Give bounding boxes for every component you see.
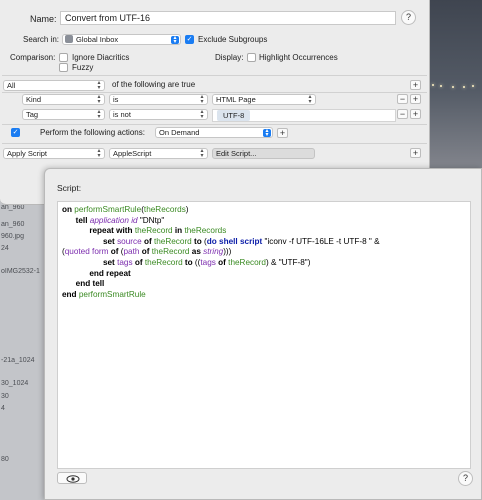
list-item: -21a_1024	[1, 357, 35, 364]
plus-icon[interactable]: +	[277, 128, 288, 138]
highlight-occurrences-label: Highlight Occurrences	[259, 53, 338, 62]
list-item: oIMG2532-1	[1, 268, 40, 275]
divider	[2, 124, 427, 125]
tag-token[interactable]: UTF-8	[217, 110, 251, 121]
perform-actions-label: Perform the following actions:	[40, 128, 145, 137]
list-item: 30_1024	[1, 380, 29, 387]
divider	[2, 143, 427, 144]
script-language-select[interactable]: AppleScript ▴ ▾	[109, 148, 208, 159]
list-item: 30	[1, 393, 9, 400]
condition-field-value: Tag	[26, 110, 39, 119]
plus-icon[interactable]: +	[410, 109, 421, 119]
exclude-subgroups-checkbox[interactable]: ✓	[185, 35, 194, 44]
script-code[interactable]: on performSmartRule(theRecords) tell app…	[62, 205, 380, 300]
divider	[2, 92, 427, 93]
script-editor[interactable]: on performSmartRule(theRecords) tell app…	[57, 201, 471, 469]
script-language-value: AppleScript	[113, 149, 152, 158]
edit-script-button[interactable]: Edit Script...	[212, 148, 315, 159]
background-light	[463, 86, 465, 88]
ignore-diacritics-label: Ignore Diacritics	[72, 53, 130, 62]
chevron-updown-icon: ▴ ▾	[97, 148, 101, 159]
list-item: 24	[1, 245, 9, 252]
help-icon[interactable]: ?	[458, 471, 473, 486]
condition-field-select[interactable]: Tag ▴ ▾	[22, 109, 105, 120]
condition-value-select[interactable]: HTML Page ▴ ▾	[212, 94, 316, 105]
condition-value: HTML Page	[216, 95, 256, 104]
condition-field-value: Kind	[26, 95, 42, 104]
condition-operator-select[interactable]: is ▴ ▾	[109, 94, 208, 105]
action-type-select[interactable]: Apply Script ▴ ▾	[3, 148, 105, 159]
script-label: Script:	[57, 183, 82, 193]
background-light	[452, 86, 454, 88]
comparison-label: Comparison:	[10, 53, 56, 62]
list-item: 4	[1, 405, 5, 412]
background-light	[432, 84, 434, 86]
match-value: All	[7, 81, 16, 90]
condition-operator-select[interactable]: is not ▴ ▾	[109, 109, 208, 120]
background-light	[472, 85, 474, 87]
help-icon[interactable]: ?	[401, 10, 416, 25]
rule-name-field[interactable]: Convert from UTF-16	[60, 11, 396, 25]
divider	[2, 75, 427, 76]
chevron-updown-icon: ▴ ▾	[308, 94, 312, 105]
chevron-updown-icon: ▴ ▾	[263, 128, 271, 138]
minus-icon[interactable]: −	[397, 94, 408, 104]
chevron-updown-icon: ▴ ▾	[97, 94, 101, 105]
action-type-value: Apply Script	[7, 149, 48, 158]
inbox-icon	[65, 35, 73, 43]
name-label: Name:	[30, 14, 57, 24]
perform-actions-checkbox[interactable]: ✓	[11, 128, 20, 137]
background-light	[440, 85, 442, 87]
minus-icon[interactable]: −	[397, 109, 408, 119]
match-suffix-label: of the following are true	[112, 80, 196, 89]
ignore-diacritics-checkbox[interactable]	[59, 53, 68, 62]
chevron-updown-icon: ▴ ▾	[171, 35, 179, 45]
condition-operator-value: is not	[113, 110, 131, 119]
condition-operator-value: is	[113, 95, 119, 104]
chevron-updown-icon: ▴ ▾	[97, 80, 101, 91]
search-in-value: Global Inbox	[76, 35, 119, 44]
list-item: 960.jpg	[1, 233, 24, 240]
fuzzy-checkbox[interactable]	[59, 63, 68, 72]
plus-icon[interactable]: +	[410, 80, 421, 90]
background-file-list: an_960 an_960 960.jpg 24 oIMG2532-1 -21a…	[0, 200, 44, 500]
plus-icon[interactable]: +	[410, 148, 421, 158]
plus-icon[interactable]: +	[410, 94, 421, 104]
search-in-select[interactable]: Global Inbox ▴ ▾	[62, 34, 181, 45]
preview-button[interactable]	[57, 472, 87, 484]
eye-icon	[66, 475, 80, 483]
condition-field-select[interactable]: Kind ▴ ▾	[22, 94, 105, 105]
list-item: an_960	[1, 221, 25, 228]
chevron-updown-icon: ▴ ▾	[97, 109, 101, 120]
chevron-updown-icon: ▴ ▾	[200, 94, 204, 105]
fuzzy-label: Fuzzy	[72, 63, 94, 72]
display-label: Display:	[215, 53, 244, 62]
perform-trigger-value: On Demand	[159, 128, 200, 137]
tag-token-field[interactable]: UTF-8	[212, 109, 396, 122]
chevron-updown-icon: ▴ ▾	[200, 148, 204, 159]
chevron-updown-icon: ▴ ▾	[200, 109, 204, 120]
exclude-subgroups-label: Exclude Subgroups	[198, 35, 268, 44]
list-item: an_960	[1, 204, 25, 211]
perform-trigger-select[interactable]: On Demand ▴ ▾	[155, 127, 273, 138]
list-item: 80	[1, 456, 9, 463]
highlight-occurrences-checkbox[interactable]	[247, 53, 256, 62]
script-editor-sheet: Script: on performSmartRule(theRecords) …	[44, 168, 482, 500]
match-select[interactable]: All ▴ ▾	[3, 80, 105, 91]
search-in-label: Search in:	[23, 35, 60, 44]
